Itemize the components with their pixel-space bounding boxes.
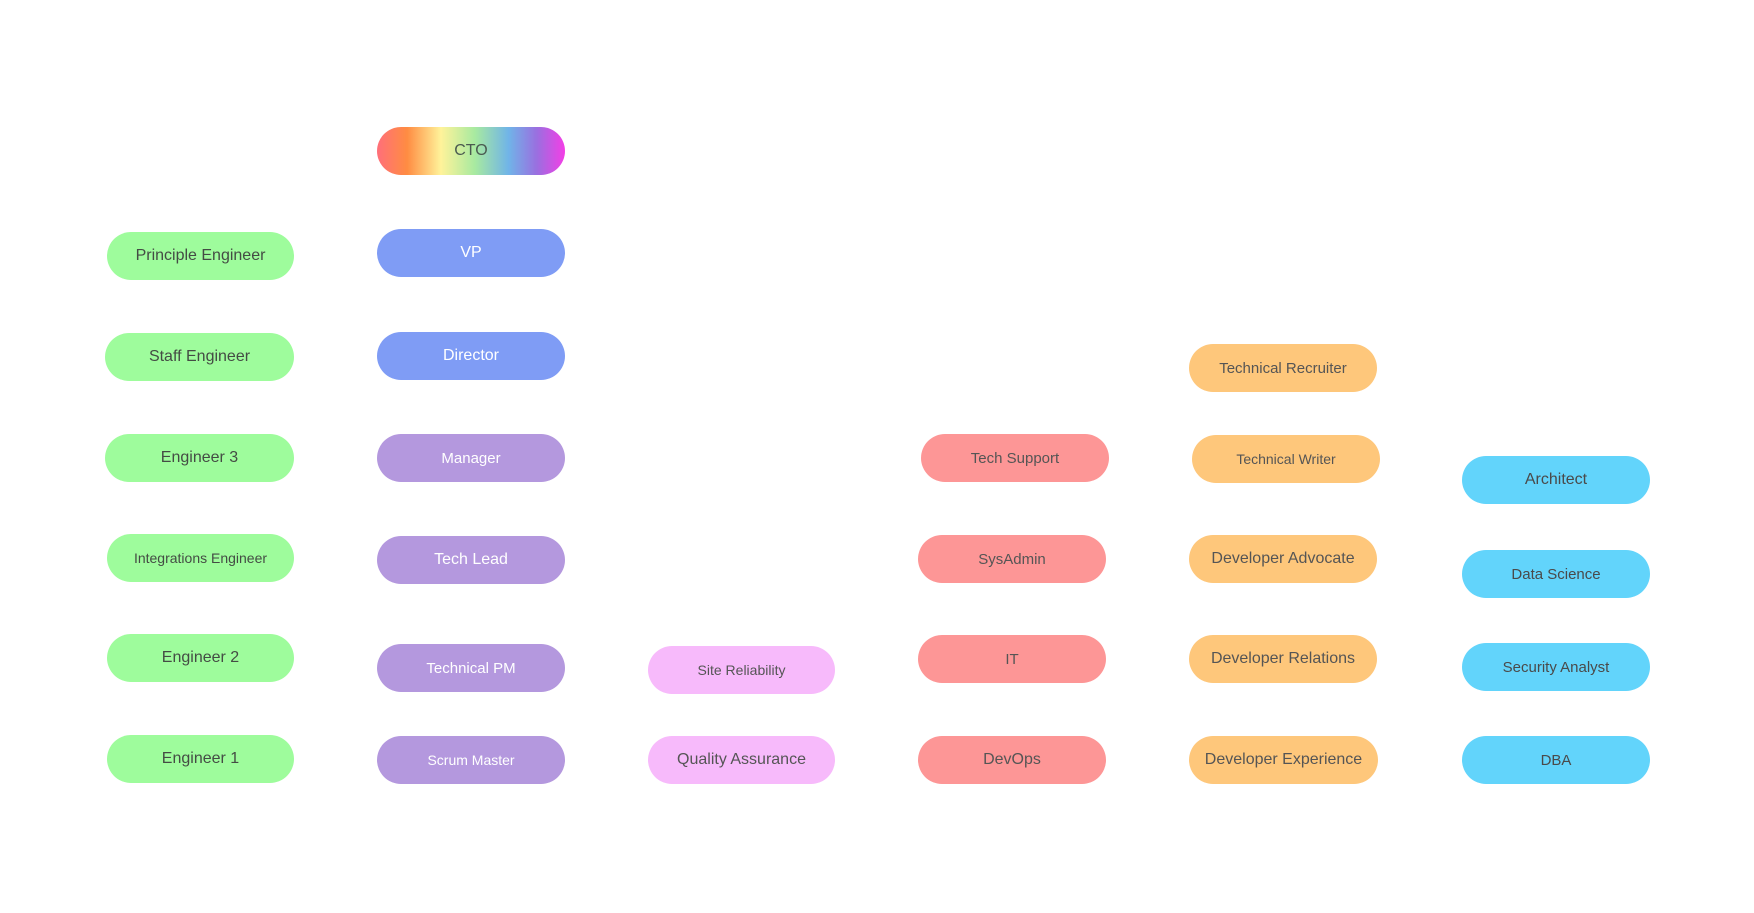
node-developer-relations[interactable]: Developer Relations	[1189, 635, 1377, 683]
node-engineer-3[interactable]: Engineer 3	[105, 434, 294, 482]
node-architect[interactable]: Architect	[1462, 456, 1650, 504]
node-principle-engineer[interactable]: Principle Engineer	[107, 232, 294, 280]
node-technical-writer[interactable]: Technical Writer	[1192, 435, 1380, 483]
node-engineer-1[interactable]: Engineer 1	[107, 735, 294, 783]
node-integrations-engineer[interactable]: Integrations Engineer	[107, 534, 294, 582]
node-developer-experience[interactable]: Developer Experience	[1189, 736, 1378, 784]
node-data-science[interactable]: Data Science	[1462, 550, 1650, 598]
node-sysadmin[interactable]: SysAdmin	[918, 535, 1106, 583]
node-dba[interactable]: DBA	[1462, 736, 1650, 784]
node-cto[interactable]: CTO	[377, 127, 565, 175]
node-devops[interactable]: DevOps	[918, 736, 1106, 784]
node-director[interactable]: Director	[377, 332, 565, 380]
node-tech-support[interactable]: Tech Support	[921, 434, 1109, 482]
node-site-reliability[interactable]: Site Reliability	[648, 646, 835, 694]
node-developer-advocate[interactable]: Developer Advocate	[1189, 535, 1377, 583]
node-scrum-master[interactable]: Scrum Master	[377, 736, 565, 784]
node-tech-lead[interactable]: Tech Lead	[377, 536, 565, 584]
node-security-analyst[interactable]: Security Analyst	[1462, 643, 1650, 691]
node-quality-assurance[interactable]: Quality Assurance	[648, 736, 835, 784]
node-manager[interactable]: Manager	[377, 434, 565, 482]
node-staff-engineer[interactable]: Staff Engineer	[105, 333, 294, 381]
node-technical-recruiter[interactable]: Technical Recruiter	[1189, 344, 1377, 392]
node-technical-pm[interactable]: Technical PM	[377, 644, 565, 692]
node-vp[interactable]: VP	[377, 229, 565, 277]
node-it[interactable]: IT	[918, 635, 1106, 683]
node-engineer-2[interactable]: Engineer 2	[107, 634, 294, 682]
